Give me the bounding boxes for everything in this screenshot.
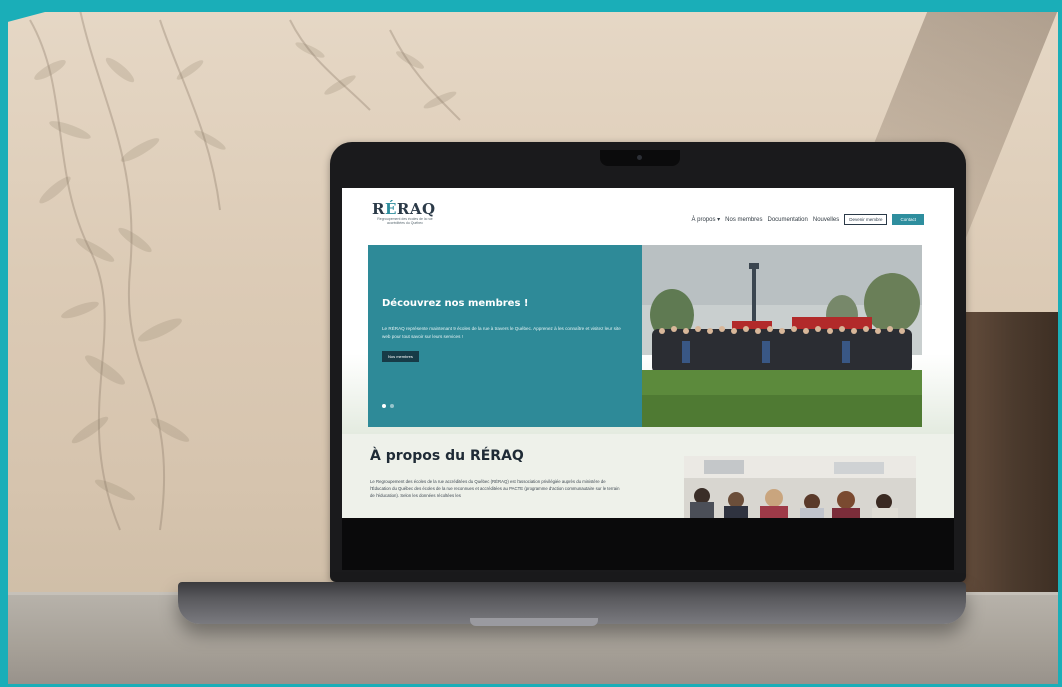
contact-button[interactable]: Contact bbox=[892, 214, 924, 225]
laptop-screen: RÉRAQ Regroupement des écoles de la rue … bbox=[342, 188, 954, 518]
members-button[interactable]: Nos membres bbox=[382, 351, 419, 362]
slider-dot-2[interactable] bbox=[390, 404, 394, 408]
logo-subtitle: Regroupement des écoles de la rue accréd… bbox=[377, 217, 433, 225]
slider-dot-1[interactable] bbox=[382, 404, 386, 408]
hero-text: Le RÉRAQ représente maintenant 9 écoles … bbox=[382, 326, 621, 339]
slider-pagination bbox=[382, 404, 394, 408]
nav-item-nos-membres[interactable]: Nos membres bbox=[725, 217, 762, 223]
site-header: RÉRAQ Regroupement des écoles de la rue … bbox=[342, 188, 954, 234]
camera-icon bbox=[637, 155, 642, 160]
become-member-button[interactable]: Devenir membre bbox=[844, 214, 888, 225]
main-nav: À propos ▾ Nos membres Documentation Nou… bbox=[691, 214, 924, 225]
site-logo[interactable]: RÉRAQ bbox=[372, 200, 436, 218]
nav-item-documentation[interactable]: Documentation bbox=[768, 217, 808, 223]
hero-title: Découvrez nos membres ! bbox=[382, 298, 529, 309]
about-heading: À propos du RÉRAQ bbox=[370, 448, 524, 464]
meeting-photo bbox=[684, 456, 916, 518]
product-photo-scene: RÉRAQ Regroupement des écoles de la rue … bbox=[0, 0, 1062, 687]
about-text: Le Regroupement des écoles de la rue acc… bbox=[370, 479, 620, 498]
laptop-bezel-bottom bbox=[342, 518, 954, 570]
nav-item-a-propos[interactable]: À propos ▾ bbox=[691, 216, 720, 223]
trackpad-lip bbox=[470, 618, 598, 626]
accent-corner bbox=[0, 0, 90, 24]
members-group-photo bbox=[642, 245, 922, 427]
nav-item-nouvelles[interactable]: Nouvelles bbox=[813, 217, 839, 223]
